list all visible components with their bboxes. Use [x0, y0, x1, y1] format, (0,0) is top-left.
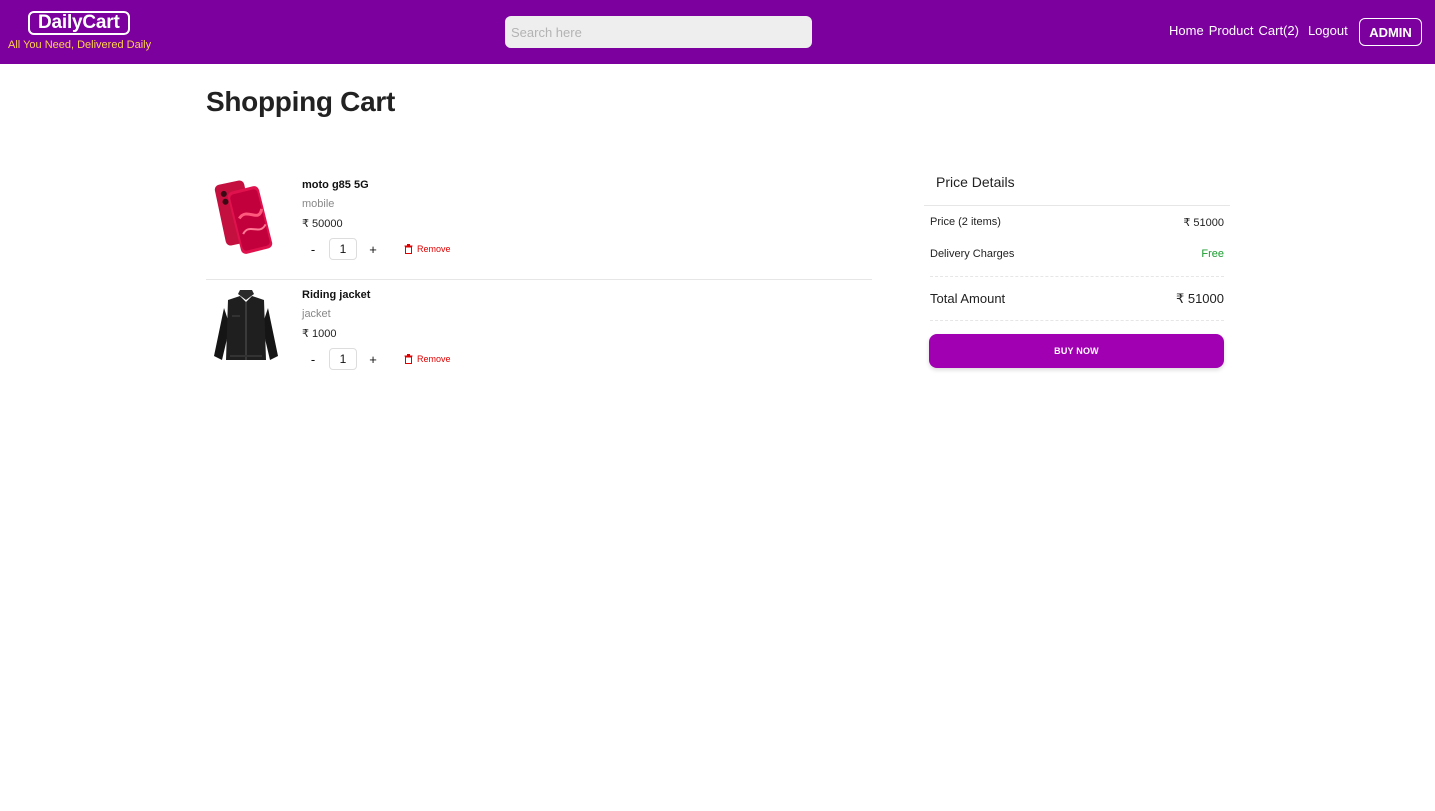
trash-icon: [404, 354, 413, 364]
quantity-stepper: - + Remove: [302, 348, 451, 370]
tagline: All You Need, Delivered Daily: [8, 39, 152, 51]
decrease-qty-button[interactable]: -: [302, 238, 324, 260]
item-price: ₹ 50000: [302, 218, 343, 230]
qty-input[interactable]: [329, 348, 357, 370]
price-row: Price (2 items) ₹ 51000: [930, 206, 1224, 238]
delivery-value: Free: [1201, 248, 1224, 260]
remove-label: Remove: [417, 354, 451, 364]
trash-icon: [404, 244, 413, 254]
remove-label: Remove: [417, 244, 451, 254]
item-category: mobile: [302, 198, 335, 210]
phone-image[interactable]: [210, 176, 282, 256]
item-name[interactable]: moto g85 5G: [302, 179, 369, 191]
nav-logout-link[interactable]: Logout: [1308, 23, 1348, 38]
nav-links: Home Product Cart(2) Logout: [1169, 23, 1348, 38]
buy-now-button[interactable]: BUY NOW: [929, 334, 1224, 368]
nav-product-link[interactable]: Product: [1209, 23, 1254, 38]
item-category: jacket: [302, 308, 331, 320]
price-details-heading: Price Details: [924, 164, 1230, 206]
admin-button[interactable]: ADMIN: [1359, 18, 1422, 46]
item-name[interactable]: Riding jacket: [302, 289, 370, 301]
delivery-row: Delivery Charges Free: [930, 238, 1224, 270]
page-title: Shopping Cart: [206, 86, 395, 117]
cart-list: moto g85 5G mobile ₹ 50000 - + Remove: [206, 170, 872, 390]
brand[interactable]: DailyCart All You Need, Delivered Daily: [8, 11, 158, 51]
increase-qty-button[interactable]: +: [362, 238, 384, 260]
decrease-qty-button[interactable]: -: [302, 348, 324, 370]
nav-cart-link[interactable]: Cart(2): [1259, 23, 1299, 38]
item-price: ₹ 1000: [302, 328, 337, 340]
search-input[interactable]: [505, 16, 812, 48]
price-label: Price (2 items): [930, 216, 1001, 228]
top-navbar: DailyCart All You Need, Delivered Daily …: [0, 0, 1435, 64]
total-label: Total Amount: [930, 291, 1006, 306]
price-value: ₹ 51000: [1183, 217, 1224, 229]
nav-home-link[interactable]: Home: [1169, 23, 1204, 38]
delivery-label: Delivery Charges: [930, 248, 1015, 260]
cart-item: moto g85 5G mobile ₹ 50000 - + Remove: [206, 170, 872, 280]
total-row: Total Amount ₹ 51000: [930, 277, 1224, 321]
cart-item: Riding jacket jacket ₹ 1000 - + Remove: [206, 280, 872, 390]
qty-input[interactable]: [329, 238, 357, 260]
increase-qty-button[interactable]: +: [362, 348, 384, 370]
quantity-stepper: - + Remove: [302, 238, 451, 260]
jacket-image[interactable]: [210, 286, 282, 366]
price-details-card: Price Details Price (2 items) ₹ 51000 De…: [924, 164, 1230, 368]
logo[interactable]: DailyCart: [28, 11, 130, 35]
remove-button[interactable]: Remove: [404, 244, 451, 254]
total-value: ₹ 51000: [1175, 291, 1224, 306]
remove-button[interactable]: Remove: [404, 354, 451, 364]
